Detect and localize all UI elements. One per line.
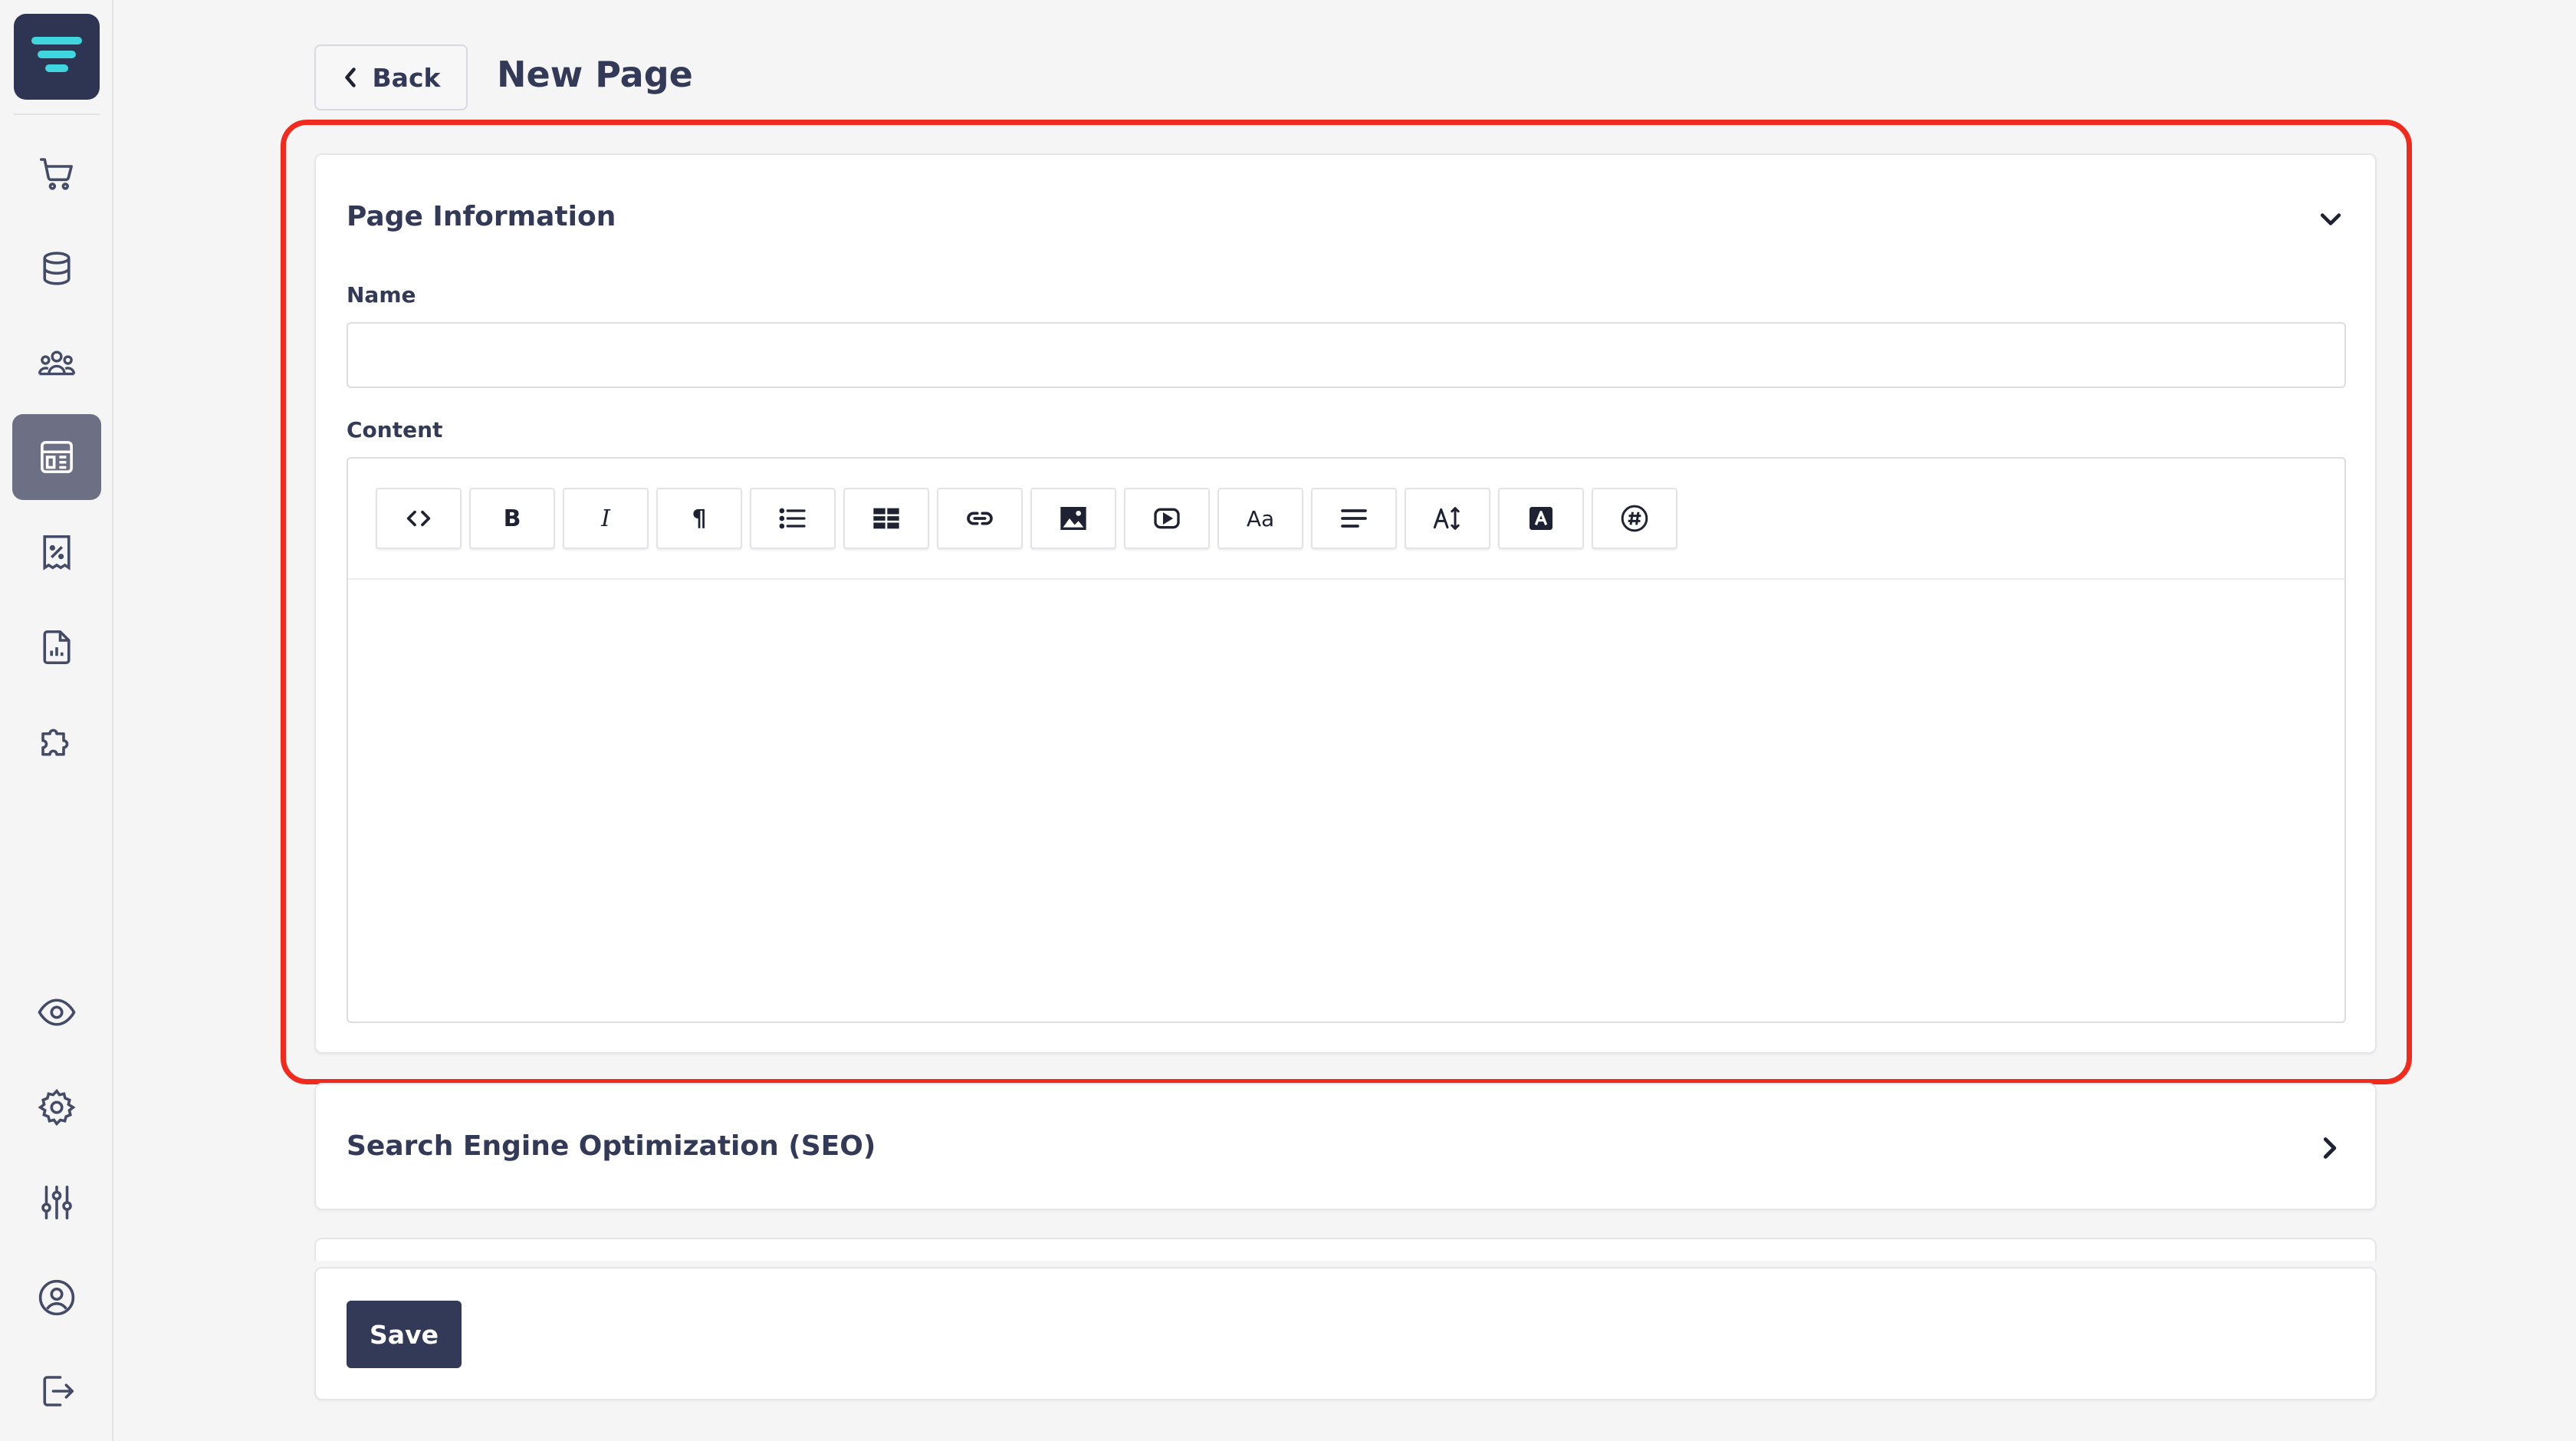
align-button[interactable] [1311,488,1397,549]
paragraph-button[interactable]: ¶ [656,488,742,549]
code-view-button[interactable] [376,488,462,549]
back-button-label: Back [372,62,441,93]
logo-icon[interactable] [14,14,100,100]
discount-receipt-icon [43,535,71,571]
special-char-button[interactable] [1592,488,1677,549]
image-button[interactable] [1030,488,1116,549]
text-color-icon [1530,507,1552,530]
table-icon [873,508,899,529]
nav-account[interactable] [12,1255,101,1341]
italic-button[interactable]: I [563,488,649,549]
users-icon [38,350,76,376]
chevron-down-icon[interactable] [2317,206,2344,233]
italic-icon: I [601,505,610,532]
paragraph-icon: ¶ [692,505,707,532]
bullet-list-button[interactable] [750,488,836,549]
panel-heading: Page Information [347,201,616,232]
image-icon [1060,507,1086,530]
sliders-icon [41,1185,72,1220]
logout-icon [43,1376,74,1406]
collapsed-panel-edge [314,1238,2377,1261]
user-circle-icon [38,1279,75,1316]
nav-content[interactable] [12,414,101,500]
nav-logout[interactable] [12,1348,101,1434]
font-size-button[interactable]: Aa [1217,488,1303,549]
nav-preferences[interactable] [12,1160,101,1245]
chevron-right-icon[interactable] [2315,1133,2344,1163]
editor-toolbar: B I ¶ Aa [348,459,2344,580]
nav-reports[interactable] [12,604,101,690]
code-view-icon [406,510,431,527]
puzzle-icon [41,729,69,756]
actions-panel: Save [314,1267,2377,1400]
line-height-button[interactable] [1405,488,1490,549]
eye-icon [38,999,76,1026]
bullet-list-icon [779,508,806,529]
page-title: New Page [497,54,693,95]
nav-orders[interactable] [12,130,101,216]
nav-customers[interactable] [12,321,101,406]
gear-icon [38,1088,76,1127]
page-information-panel: Page Information Name Content B I ¶ Aa [314,153,2377,1054]
database-icon [43,252,71,285]
seo-heading: Search Engine Optimization (SEO) [347,1130,876,1162]
seo-panel[interactable]: Search Engine Optimization (SEO) [314,1083,2377,1210]
align-icon [1341,509,1367,528]
name-input[interactable] [347,322,2346,388]
name-label: Name [347,282,416,308]
layout-icon [41,441,73,473]
font-size-icon: Aa [1246,505,1275,531]
nav-settings[interactable] [12,1064,101,1150]
nav-discounts[interactable] [12,509,101,595]
rich-text-editor: B I ¶ Aa [347,457,2346,1023]
table-button[interactable] [843,488,929,549]
sidebar [0,0,113,1441]
cart-icon [39,158,73,190]
save-button[interactable]: Save [347,1301,462,1368]
line-height-icon [1433,507,1460,530]
report-icon [43,630,71,665]
back-button[interactable]: Back [314,44,468,110]
editor-content-area[interactable] [348,581,2344,1023]
bold-icon: B [503,505,521,532]
nav-preview[interactable] [12,969,101,1055]
nav-plugins[interactable] [12,699,101,785]
link-icon [967,512,993,525]
content-label: Content [347,417,443,442]
text-color-button[interactable] [1498,488,1584,549]
video-button[interactable] [1124,488,1210,549]
bold-button[interactable]: B [469,488,555,549]
logo-divider [14,114,100,115]
special-char-icon [1621,505,1648,532]
chevron-left-icon [344,67,356,87]
nav-database[interactable] [12,225,101,311]
video-icon [1154,508,1180,529]
link-button[interactable] [937,488,1023,549]
